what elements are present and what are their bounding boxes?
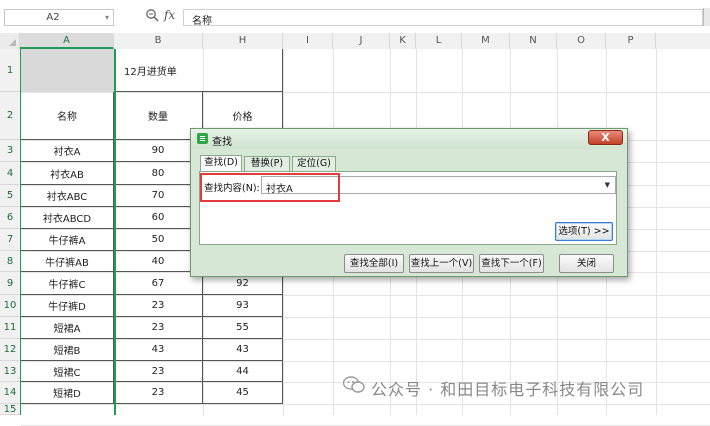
grid-line bbox=[21, 404, 710, 405]
cell-name[interactable]: 短裙D bbox=[21, 382, 114, 404]
dialog-titlebar[interactable]: 查找 X bbox=[191, 129, 627, 149]
watermark-text: 公众号 · 和田目标电子科技有限公司 bbox=[371, 380, 645, 399]
zoom-icon[interactable] bbox=[145, 8, 159, 22]
row-header-12[interactable]: 12 bbox=[0, 339, 20, 361]
row-header-13[interactable]: 13 bbox=[0, 361, 20, 382]
row-header-15[interactable]: 15 bbox=[0, 404, 20, 415]
row-header-8[interactable]: 8 bbox=[0, 251, 20, 272]
column-header-j[interactable]: J bbox=[333, 33, 390, 49]
cell-name[interactable]: 牛仔裤C bbox=[21, 272, 114, 295]
row-header-3[interactable]: 3 bbox=[0, 140, 20, 162]
row-header-5[interactable]: 5 bbox=[0, 185, 20, 207]
row-header-6[interactable]: 6 bbox=[0, 207, 20, 229]
cell-price[interactable]: 55 bbox=[203, 317, 283, 339]
formula-bar-expand-handle[interactable] bbox=[703, 8, 710, 26]
wps-sheet-icon bbox=[197, 133, 208, 144]
select-all-corner[interactable] bbox=[0, 33, 20, 49]
column-header-b[interactable]: B bbox=[114, 33, 203, 49]
formula-input[interactable]: 名称 bbox=[183, 9, 703, 27]
column-header-i[interactable]: I bbox=[283, 33, 333, 49]
column-headers: ABHIJKLMNOP bbox=[0, 33, 710, 50]
name-box[interactable]: A2 ▾ bbox=[4, 9, 114, 26]
column-header-a[interactable]: A bbox=[20, 33, 114, 49]
column-header-m[interactable]: M bbox=[462, 33, 510, 49]
row-header-14[interactable]: 14 bbox=[0, 382, 20, 404]
cell-name[interactable]: 衬衣AB bbox=[21, 162, 114, 185]
formula-bar: A2 ▾ fx 名称 bbox=[0, 0, 710, 33]
cell-name[interactable]: 短裙A bbox=[21, 317, 114, 339]
cell-name[interactable]: 牛仔裤D bbox=[21, 295, 114, 317]
tab-replace[interactable]: 替换(P) bbox=[244, 156, 290, 171]
cell-price[interactable]: 44 bbox=[203, 361, 283, 382]
header-name[interactable]: 名称 bbox=[21, 92, 114, 140]
cell-name[interactable]: 牛仔裤AB bbox=[21, 251, 114, 272]
row-header-9[interactable]: 9 bbox=[0, 272, 20, 295]
find-dialog: 查找 X 查找(D) 替换(P) 定位(G) 查找内容(N): 衬衣A ▼ 选项… bbox=[190, 128, 628, 277]
column-header-n[interactable]: N bbox=[510, 33, 557, 49]
selection-border-right bbox=[114, 49, 116, 415]
formula-content: 名称 bbox=[192, 16, 212, 27]
cell-price[interactable]: 93 bbox=[203, 295, 283, 317]
name-box-value: A2 bbox=[46, 12, 60, 23]
title-cell[interactable]: 12月进货单 bbox=[114, 49, 283, 92]
watermark: 公众号 · 和田目标电子科技有限公司 bbox=[343, 374, 703, 399]
dropdown-arrow-icon[interactable]: ▼ bbox=[605, 181, 610, 189]
cell-qty[interactable]: 23 bbox=[114, 382, 203, 404]
cell-name[interactable]: 衬衣ABC bbox=[21, 185, 114, 207]
fx-icon[interactable]: fx bbox=[164, 8, 175, 22]
cell-name[interactable]: 短裙C bbox=[21, 361, 114, 382]
chevron-down-icon[interactable]: ▾ bbox=[105, 13, 109, 22]
row-header-7[interactable]: 7 bbox=[0, 229, 20, 251]
tab-goto[interactable]: 定位(G) bbox=[292, 156, 336, 171]
column-header-k[interactable]: K bbox=[390, 33, 416, 49]
cell-qty[interactable]: 43 bbox=[114, 339, 203, 361]
selection-border-left bbox=[20, 49, 21, 415]
column-header-l[interactable]: L bbox=[416, 33, 462, 49]
row-headers: 1 2 3 4 5 6 7 8 9 10 11 12 13 14 15 bbox=[0, 49, 21, 415]
row-header-11[interactable]: 11 bbox=[0, 317, 20, 339]
column-header-o[interactable]: O bbox=[557, 33, 606, 49]
find-all-button[interactable]: 查找全部(I) bbox=[344, 254, 404, 273]
cell-qty[interactable]: 23 bbox=[114, 317, 203, 339]
cell-qty[interactable]: 23 bbox=[114, 295, 203, 317]
options-button[interactable]: 选项(T) >> bbox=[555, 222, 613, 241]
cell-name[interactable]: 短裙B bbox=[21, 339, 114, 361]
tab-find[interactable]: 查找(D) bbox=[200, 155, 242, 172]
cell-price[interactable]: 43 bbox=[203, 339, 283, 361]
annotation-highlight-box bbox=[200, 173, 340, 202]
find-next-button[interactable]: 查找下一个(F) bbox=[479, 254, 544, 273]
close-button[interactable]: 关闭 bbox=[559, 254, 614, 273]
column-header-p[interactable]: P bbox=[606, 33, 656, 49]
dialog-close-button[interactable]: X bbox=[588, 130, 623, 145]
cell-a1[interactable] bbox=[21, 49, 114, 92]
row-header-4[interactable]: 4 bbox=[0, 162, 20, 185]
cell-qty[interactable]: 23 bbox=[114, 361, 203, 382]
find-previous-button[interactable]: 查找上一个(V) bbox=[409, 254, 474, 273]
cell-price[interactable]: 45 bbox=[203, 382, 283, 404]
cell-name[interactable]: 衬衣A bbox=[21, 140, 114, 162]
row-header-10[interactable]: 10 bbox=[0, 295, 20, 317]
cell-name[interactable]: 牛仔裤A bbox=[21, 229, 114, 251]
dialog-title: 查找 bbox=[212, 137, 232, 148]
wechat-icon bbox=[343, 376, 365, 393]
column-header-h[interactable]: H bbox=[203, 33, 283, 49]
cell-name[interactable]: 衬衣ABCD bbox=[21, 207, 114, 229]
row-header-2[interactable]: 2 bbox=[0, 92, 20, 140]
row-header-1[interactable]: 1 bbox=[0, 49, 20, 92]
